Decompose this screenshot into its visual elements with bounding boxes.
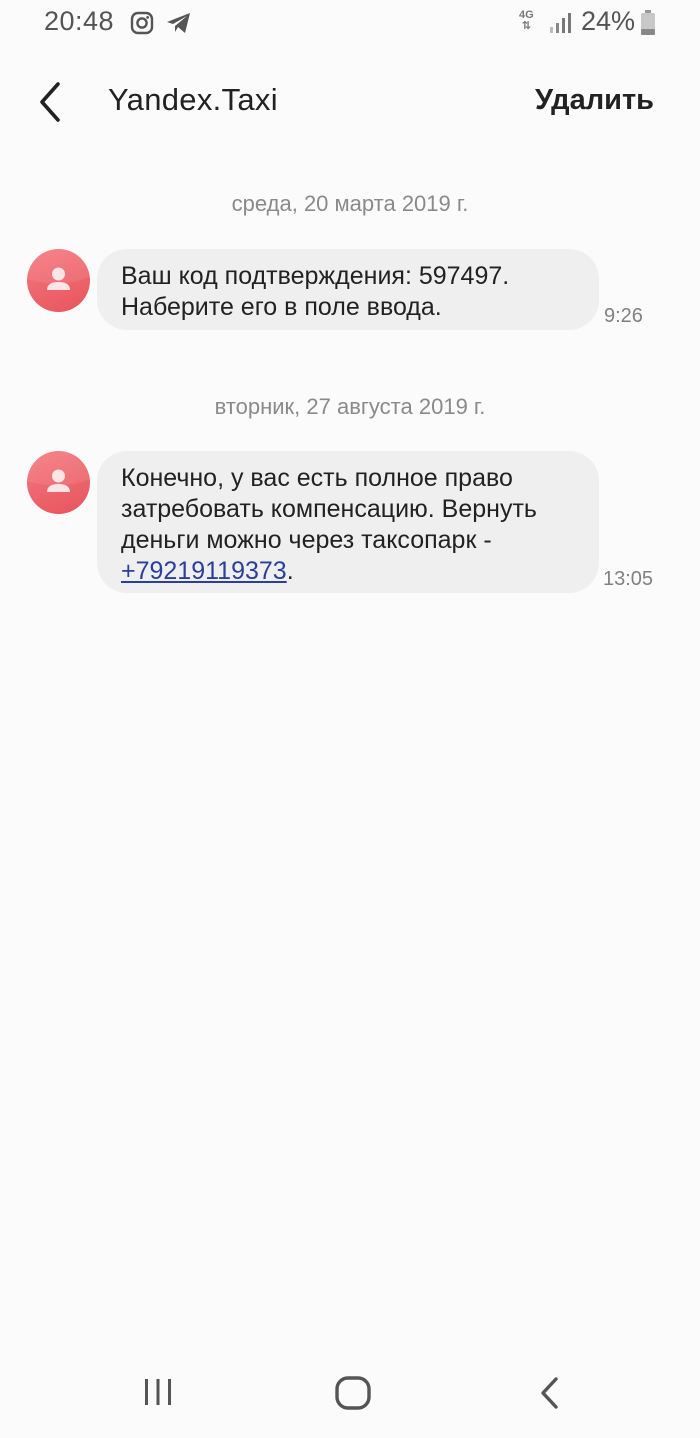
message-bubble[interactable]: Ваш код подтверждения: 597497. Наберите … [97,249,599,330]
conversation-title: Yandex.Taxi [108,82,278,117]
message-time: 9:26 [604,305,643,327]
message-text-line: Наберите его в поле ввода. [121,293,442,321]
signal-icon [550,13,571,33]
person-icon [27,451,90,492]
message-text-line: затребовать компенсацию. Вернуть [121,495,537,523]
delete-button[interactable]: Удалить [535,84,654,117]
instagram-icon [130,11,154,35]
phone-link[interactable]: +79219119373 [121,557,287,585]
home-icon[interactable] [334,1375,372,1411]
message-text-line: деньги можно через таксопарк - [121,526,492,554]
telegram-icon [167,13,190,33]
message-bubble[interactable]: Конечно, у вас есть полное право затребо… [97,451,599,593]
battery-percent: 24% [581,6,636,36]
recent-apps-icon[interactable] [140,1377,176,1407]
message-time: 13:05 [603,568,654,590]
message-text-line: +79219119373. [121,556,575,587]
message-text-line: Конечно, у вас есть полное право [121,464,513,492]
network-indicator: 4G ⇅ [519,9,534,32]
date-separator: среда, 20 марта 2019 г. [231,191,469,216]
link-suffix: . [286,557,294,585]
back-button[interactable] [28,78,72,126]
navigation-bar [0,1355,700,1438]
status-bar: 20:48 4G ⇅ 24% [0,0,700,48]
date-separator: вторник, 27 августа 2019 г. [214,394,486,419]
person-icon [27,249,90,290]
conversation-header: Yandex.Taxi Удалить [0,60,700,150]
message-text-line: Ваш код подтверждения: 597497. [121,262,510,290]
battery-icon [641,10,655,35]
status-time: 20:48 [44,6,115,36]
sender-avatar[interactable] [27,249,90,312]
back-icon[interactable] [536,1375,564,1411]
sender-avatar[interactable] [27,451,90,514]
